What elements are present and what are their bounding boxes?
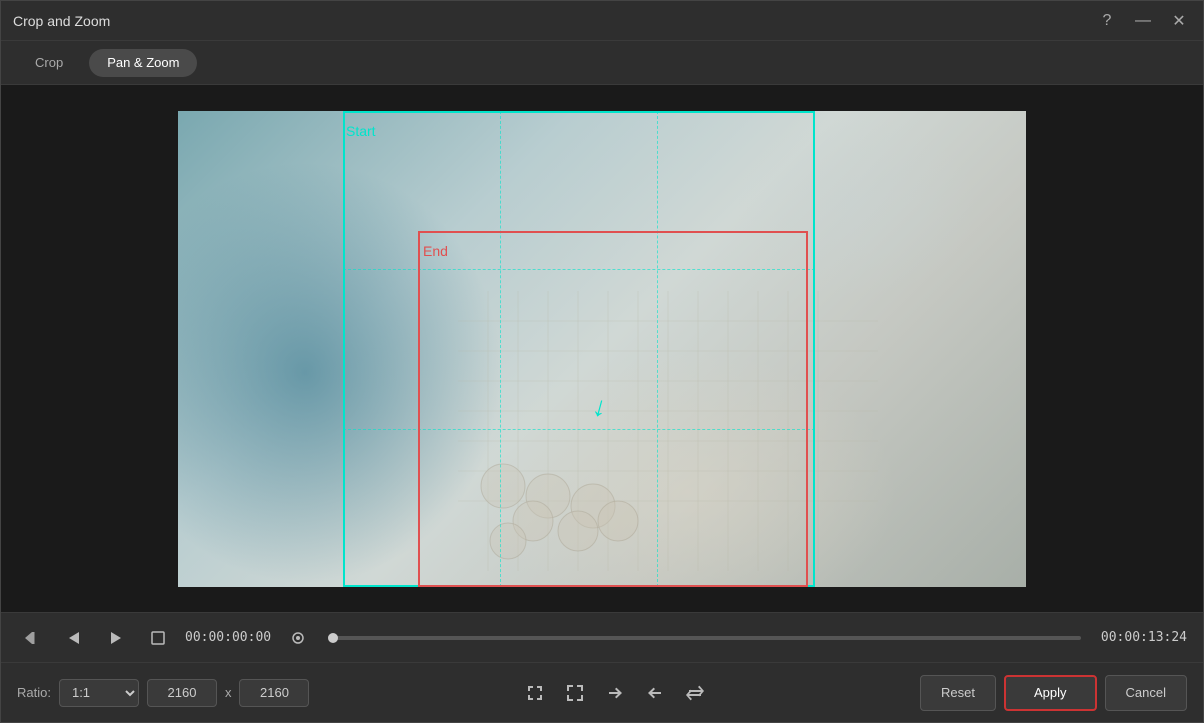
titlebar-controls: ? — ✕ bbox=[1095, 9, 1191, 33]
mark-button[interactable] bbox=[283, 623, 313, 653]
titlebar: Crop and Zoom ? — ✕ bbox=[1, 1, 1203, 41]
step-back-button[interactable] bbox=[17, 623, 47, 653]
play-reverse-button[interactable] bbox=[59, 623, 89, 653]
time-current: 00:00:00:00 bbox=[185, 630, 271, 645]
align-left-button[interactable] bbox=[639, 677, 671, 709]
time-total: 00:00:13:24 bbox=[1101, 630, 1187, 645]
swap-button[interactable] bbox=[679, 677, 711, 709]
help-button[interactable]: ? bbox=[1095, 9, 1119, 33]
expand-button[interactable] bbox=[559, 677, 591, 709]
close-button[interactable]: ✕ bbox=[1167, 9, 1191, 33]
mesh-overlay bbox=[458, 291, 878, 571]
bottom-bar: Ratio: 1:1 x bbox=[1, 662, 1203, 722]
width-input[interactable] bbox=[147, 679, 217, 707]
tabs-row: Crop Pan & Zoom bbox=[1, 41, 1203, 85]
seek-bar[interactable] bbox=[333, 636, 1081, 640]
reset-button[interactable]: Reset bbox=[920, 675, 996, 711]
play-button[interactable] bbox=[101, 623, 131, 653]
start-label: Start bbox=[346, 123, 376, 139]
align-right-button[interactable] bbox=[599, 677, 631, 709]
start-hline1 bbox=[343, 269, 815, 270]
action-buttons: Reset Apply Cancel bbox=[920, 675, 1187, 711]
crop-zoom-window: Crop and Zoom ? — ✕ Crop Pan & Zoom bbox=[0, 0, 1204, 723]
seek-thumb bbox=[328, 633, 338, 643]
cancel-button[interactable]: Cancel bbox=[1105, 675, 1187, 711]
video-frame: Start End ↓ bbox=[178, 111, 1026, 587]
height-input[interactable] bbox=[239, 679, 309, 707]
ratio-label: Ratio: bbox=[17, 685, 51, 700]
end-label: End bbox=[423, 243, 448, 259]
canvas-area: Start End ↓ bbox=[1, 85, 1203, 612]
tab-pan-zoom[interactable]: Pan & Zoom bbox=[89, 49, 197, 77]
ratio-select[interactable]: 1:1 bbox=[59, 679, 139, 707]
dimension-separator: x bbox=[225, 685, 232, 700]
window-title: Crop and Zoom bbox=[13, 13, 1095, 29]
shrink-to-fit-button[interactable] bbox=[519, 677, 551, 709]
tab-crop[interactable]: Crop bbox=[17, 49, 81, 77]
controls-bar: 00:00:00:00 00:00:13:24 bbox=[1, 612, 1203, 662]
start-hline2 bbox=[343, 429, 815, 430]
stop-button[interactable] bbox=[143, 623, 173, 653]
apply-button[interactable]: Apply bbox=[1004, 675, 1097, 711]
start-vline2 bbox=[657, 111, 658, 587]
minimize-button[interactable]: — bbox=[1131, 9, 1155, 33]
start-vline1 bbox=[500, 111, 501, 587]
